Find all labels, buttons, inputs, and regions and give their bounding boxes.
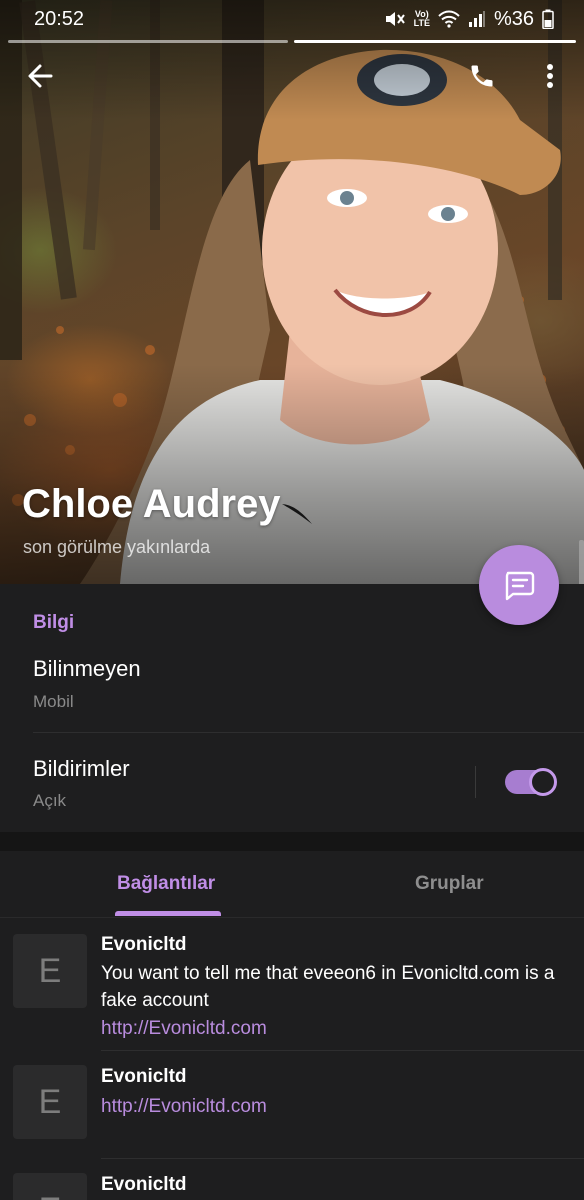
back-button[interactable] <box>22 58 58 94</box>
active-tab-indicator <box>115 911 221 916</box>
notifications-label: Bildirimler <box>33 756 130 781</box>
notifications-toggle[interactable] <box>505 768 557 796</box>
link-title: Evonicltd <box>101 1066 187 1087</box>
link-thumbnail: E <box>13 1065 87 1139</box>
divider <box>101 1050 584 1051</box>
mute-icon <box>385 12 405 26</box>
battery-percent: %36 <box>493 7 534 30</box>
profile-name: Chloe Audrey <box>22 482 281 526</box>
more-vertical-icon <box>547 64 553 88</box>
call-button[interactable] <box>464 58 500 94</box>
phone-icon <box>471 65 493 87</box>
wifi-icon <box>438 10 460 28</box>
notifications-state: Açık <box>33 791 67 810</box>
media-tabs: Bağlantılar Gruplar <box>0 851 584 918</box>
message-icon <box>505 571 535 601</box>
battery-icon <box>542 9 554 29</box>
photo-indicator-active <box>294 40 576 43</box>
tab-groups[interactable]: Gruplar <box>415 873 484 895</box>
info-section-title: Bilgi <box>33 612 75 633</box>
link-url[interactable]: http://Evonicltd.com <box>101 1096 267 1118</box>
link-title: Evonicltd <box>101 1174 187 1195</box>
shared-links-list: E Evonicltd You want to tell me that eve… <box>0 918 584 1200</box>
link-thumbnail: E <box>13 1173 87 1200</box>
link-description: You want to tell me that eveeon6 in Evon… <box>101 963 555 1011</box>
link-title: Evonicltd <box>101 934 187 955</box>
phone-type: Mobil <box>33 692 74 711</box>
more-options-button[interactable] <box>532 58 568 94</box>
volte-indicator: Vo) LTE <box>413 9 430 28</box>
link-thumbnail: E <box>13 934 87 1008</box>
phone-number: Bilinmeyen <box>33 656 141 681</box>
status-time: 20:52 <box>34 7 85 30</box>
status-bar: 20:52 Vo) LTE %36 <box>0 0 584 38</box>
tab-links[interactable]: Bağlantılar <box>117 873 215 895</box>
divider <box>33 732 584 733</box>
arrow-left-icon <box>28 64 53 88</box>
info-section: Bilgi Bilinmeyen Mobil Bildirimler Açık <box>0 584 584 832</box>
signal-icon <box>468 11 485 27</box>
toggle-knob <box>529 768 557 796</box>
send-message-button[interactable] <box>479 545 559 625</box>
photo-indicator <box>8 40 288 43</box>
separator <box>475 766 476 798</box>
link-url[interactable]: http://Evonicltd.com <box>101 1018 267 1040</box>
divider <box>101 1158 584 1159</box>
last-seen-status: son görülme yakınlarda <box>23 537 211 557</box>
